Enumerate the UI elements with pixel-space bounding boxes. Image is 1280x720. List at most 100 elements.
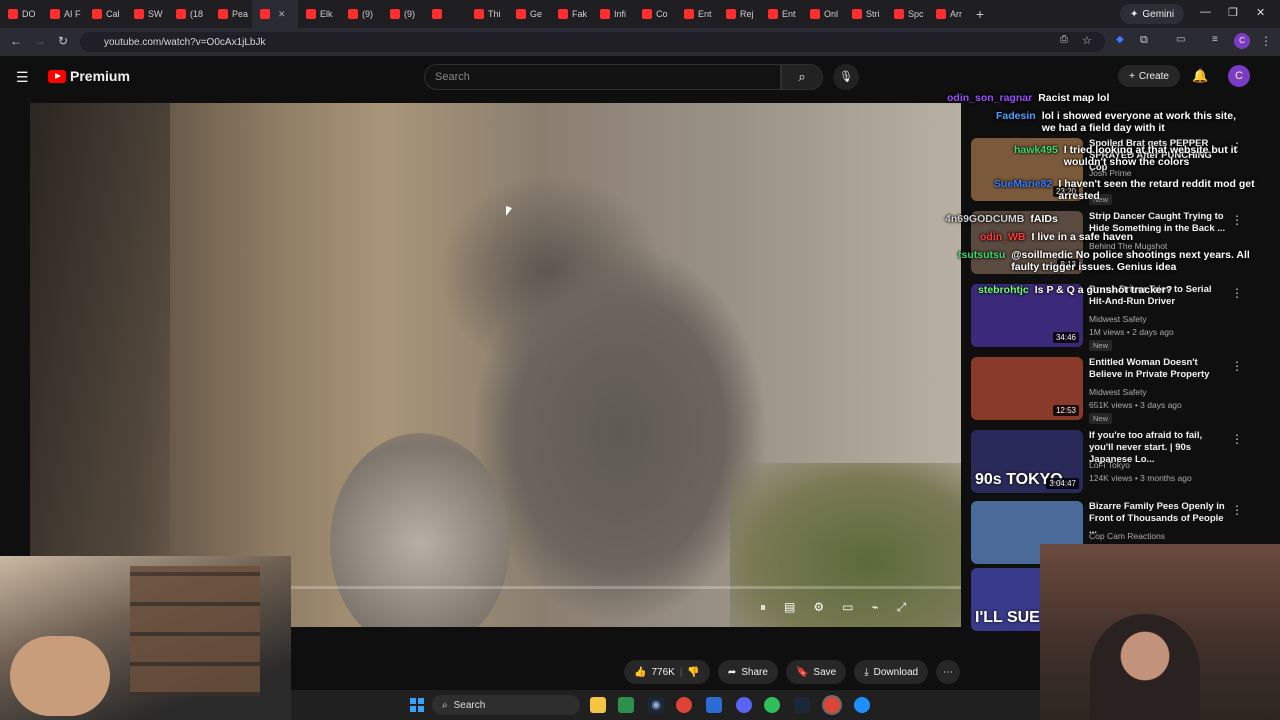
fullscreen-icon[interactable]: ⤢: [897, 600, 907, 615]
voice-search-button[interactable]: 🎙: [833, 64, 859, 90]
youtube-logo[interactable]: Premium: [48, 68, 130, 84]
browser-tab[interactable]: Infi: [592, 0, 634, 28]
theater-mode-icon[interactable]: ▭: [842, 600, 853, 615]
browser-tab[interactable]: SW: [126, 0, 168, 28]
share-button[interactable]: ➦ Share: [717, 660, 778, 684]
taskbar-search-label: Search: [453, 699, 486, 711]
search-button[interactable]: ⌕: [781, 64, 823, 90]
webcam-person: [1090, 614, 1200, 720]
reload-icon[interactable]: ↻: [58, 34, 68, 48]
browser-tab[interactable]: Elk: [298, 0, 340, 28]
tab-label: Infi: [614, 9, 627, 19]
channel-name[interactable]: Midwest Safety: [1089, 314, 1147, 324]
browser-tab[interactable]: Spc: [886, 0, 928, 28]
media-icon[interactable]: ≡: [1212, 34, 1218, 45]
edge-icon[interactable]: [854, 697, 870, 713]
search-input[interactable]: Search: [424, 64, 781, 90]
recommended-video[interactable]: 90s TOKYO 3:04:47 If you're too afraid to …: [971, 430, 1271, 496]
subtitles-icon[interactable]: ▤: [784, 600, 795, 615]
chrome-active-icon[interactable]: [824, 697, 840, 713]
browser-tab[interactable]: Pea: [210, 0, 252, 28]
channel-name[interactable]: LoFi Tokyo: [1089, 460, 1130, 470]
settings-gear-icon[interactable]: ⚙: [813, 600, 824, 615]
back-icon[interactable]: ←: [10, 34, 22, 48]
video-player[interactable]: [30, 103, 961, 627]
download-icon: ⤓: [864, 666, 869, 678]
browser-tab[interactable]: [424, 0, 466, 28]
minimize-icon[interactable]: —: [1200, 6, 1211, 18]
channel-name[interactable]: Josh Prime: [1089, 168, 1132, 178]
browser-tab[interactable]: Thi: [466, 0, 508, 28]
extension-icon[interactable]: ◆: [1116, 34, 1124, 45]
browser-tab[interactable]: Cal: [84, 0, 126, 28]
browser-tab[interactable]: (9): [340, 0, 382, 28]
address-bar[interactable]: youtube.com/watch?v=O0cAx1jLbJk: [80, 32, 1105, 52]
thumbs-down-icon[interactable]: 👎: [687, 667, 699, 678]
browser-tab[interactable]: Rej: [718, 0, 760, 28]
app-icon[interactable]: [706, 697, 722, 713]
browser-tab[interactable]: Co: [634, 0, 676, 28]
tab-label: Ge: [530, 9, 543, 19]
steam-alt-icon[interactable]: [794, 697, 810, 713]
browser-tab[interactable]: Fak: [550, 0, 592, 28]
channel-name[interactable]: Cop Cam Reactions: [1089, 531, 1165, 541]
save-button[interactable]: 🔖 Save: [785, 660, 847, 684]
chrome-icon[interactable]: [676, 697, 692, 713]
install-icon[interactable]: ⎙: [1060, 34, 1068, 45]
browser-tab[interactable]: Ent: [676, 0, 718, 28]
browser-tab[interactable]: ✕: [252, 0, 298, 28]
more-options-icon[interactable]: ⋮: [1231, 503, 1243, 517]
bookmark-star-icon[interactable]: ☆: [1082, 34, 1092, 47]
windows-start-icon[interactable]: [410, 698, 424, 712]
chat-message: odin_son_ragnar Racist map lol: [947, 92, 1109, 104]
cast-icon[interactable]: ⌁: [871, 600, 878, 615]
close-window-icon[interactable]: ✕: [1256, 6, 1265, 19]
more-options-icon[interactable]: ⋮: [1231, 359, 1243, 373]
video-title[interactable]: Entitled Woman Doesn't Believe in Privat…: [1089, 357, 1229, 381]
browser-tab[interactable]: Ent: [760, 0, 802, 28]
browser-tab[interactable]: Arr: [928, 0, 970, 28]
steam-icon[interactable]: ◉: [648, 697, 664, 713]
create-button[interactable]: + Create: [1118, 65, 1180, 87]
app-green-icon[interactable]: [764, 697, 780, 713]
video-thumbnail[interactable]: 90s TOKYO 3:04:47: [971, 430, 1083, 493]
more-options-icon[interactable]: ⋮: [1231, 213, 1243, 227]
close-tab-icon[interactable]: ✕: [278, 9, 286, 20]
channel-name[interactable]: Midwest Safety: [1089, 387, 1147, 397]
browser-menu-icon[interactable]: ⋮: [1260, 34, 1272, 48]
browser-tab[interactable]: (18: [168, 0, 210, 28]
hamburger-menu-icon[interactable]: ☰: [16, 69, 29, 86]
extensions-puzzle-icon[interactable]: ⧉: [1140, 34, 1148, 47]
new-tab-button[interactable]: +: [970, 6, 990, 22]
save-icon: 🔖: [795, 666, 809, 678]
discord-icon[interactable]: [736, 697, 752, 713]
notifications-bell-icon[interactable]: 🔔: [1192, 68, 1208, 84]
sidepanel-icon[interactable]: ▭: [1176, 34, 1185, 45]
more-options-icon[interactable]: ⋮: [1231, 432, 1243, 446]
browser-tab[interactable]: AI F: [42, 0, 84, 28]
more-actions-button[interactable]: ⋯: [936, 660, 961, 684]
taskbar-search[interactable]: ⌕ Search: [432, 695, 580, 715]
video-thumbnail[interactable]: 12:53: [971, 357, 1083, 420]
browser-tab[interactable]: (9): [382, 0, 424, 28]
like-button[interactable]: 👍 776K | 👎: [624, 660, 710, 684]
tab-favicon-icon: [306, 9, 316, 19]
browser-tab[interactable]: DO: [0, 0, 42, 28]
profile-avatar[interactable]: C: [1234, 33, 1250, 49]
forward-icon[interactable]: →: [34, 34, 46, 48]
browser-tab[interactable]: Ge: [508, 0, 550, 28]
download-button[interactable]: ⤓ Download: [854, 660, 929, 684]
tab-label: Rej: [740, 9, 754, 19]
chat-message: SueMarie82 I haven't seen the retard redd…: [994, 178, 1258, 202]
account-avatar[interactable]: C: [1228, 65, 1250, 87]
file-explorer-icon[interactable]: [590, 697, 606, 713]
browser-tab[interactable]: Onl: [802, 0, 844, 28]
more-options-icon[interactable]: ⋮: [1231, 286, 1243, 300]
browser-tab[interactable]: Stri: [844, 0, 886, 28]
webcam-overlay-room: [0, 556, 291, 720]
recommended-video[interactable]: 12:53 Entitled Woman Doesn't Believe in P…: [971, 357, 1271, 424]
restore-icon[interactable]: ❐: [1228, 6, 1238, 19]
pause-icon[interactable]: ⏸: [760, 600, 766, 615]
gemini-button[interactable]: ✦ Gemini: [1120, 4, 1185, 24]
terminal-icon[interactable]: [618, 697, 634, 713]
